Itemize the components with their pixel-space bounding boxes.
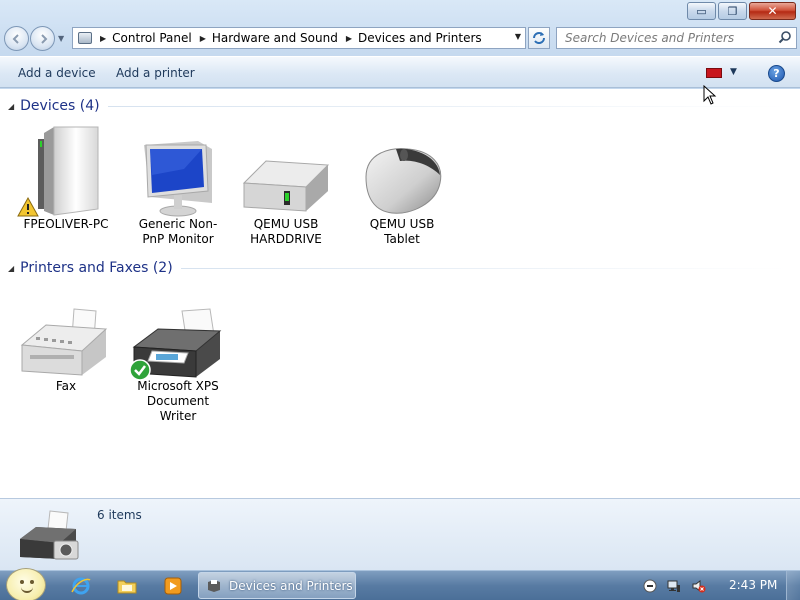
start-orb-eye bbox=[20, 580, 24, 584]
address-dropdown-icon[interactable]: ▼ bbox=[515, 32, 521, 41]
item-count: 6 items bbox=[97, 508, 142, 522]
device-label: QEMU USB HARDDRIVE bbox=[250, 217, 322, 246]
hard-drive-icon bbox=[242, 160, 330, 212]
minimize-button[interactable]: ▭ bbox=[687, 2, 716, 20]
close-icon: ✕ bbox=[767, 4, 778, 18]
device-label: Generic Non-PnP Monitor bbox=[138, 217, 218, 246]
media-player-icon[interactable] bbox=[162, 576, 184, 596]
command-bar: Add a device Add a printer ▼ ? bbox=[0, 56, 800, 88]
details-pane: 6 items bbox=[0, 498, 800, 570]
address-bar[interactable]: ▶ Control Panel ▶ Hardware and Sound ▶ D… bbox=[72, 27, 526, 49]
taskbar-window-label: Devices and Printers bbox=[229, 578, 353, 593]
show-desktop-button[interactable] bbox=[786, 571, 800, 600]
internet-explorer-icon[interactable] bbox=[70, 576, 92, 596]
collapse-arrow-icon[interactable]: ◢ bbox=[8, 102, 14, 111]
collapse-arrow-icon[interactable]: ◢ bbox=[8, 264, 14, 273]
volume-muted-icon[interactable] bbox=[692, 579, 706, 593]
control-panel-icon bbox=[78, 32, 92, 44]
forward-button[interactable] bbox=[30, 26, 55, 51]
breadcrumb-devices-and-printers[interactable]: Devices and Printers bbox=[358, 31, 482, 45]
breadcrumb-separator-icon[interactable]: ▶ bbox=[346, 34, 352, 43]
start-orb-eye bbox=[30, 580, 34, 584]
back-arrow-icon bbox=[12, 33, 19, 44]
start-button[interactable] bbox=[6, 568, 46, 600]
search-input[interactable] bbox=[556, 27, 797, 49]
breadcrumb-separator-icon[interactable]: ▶ bbox=[100, 34, 106, 43]
breadcrumb-separator-icon[interactable]: ▶ bbox=[200, 34, 206, 43]
refresh-button[interactable] bbox=[528, 27, 550, 49]
printer-item-xps-writer[interactable]: Microsoft XPS Document Writer bbox=[128, 289, 228, 424]
mouse-cursor-icon bbox=[703, 85, 717, 105]
window-controls: ▭ ❐ ✕ bbox=[687, 2, 796, 20]
printer-label: Fax bbox=[55, 379, 77, 393]
navigation-bar: ▼ ▶ Control Panel ▶ Hardware and Sound ▶… bbox=[0, 22, 800, 54]
fax-icon bbox=[20, 308, 108, 376]
group-divider bbox=[107, 105, 788, 107]
device-item-harddrive[interactable]: QEMU USB HARDDRIVE bbox=[236, 125, 336, 247]
warning-icon bbox=[17, 197, 39, 217]
change-view-icon[interactable] bbox=[706, 68, 722, 78]
refresh-icon bbox=[533, 32, 545, 44]
view-options-dropdown-icon[interactable]: ▼ bbox=[730, 67, 737, 77]
devices-group-title: Devices (4) bbox=[20, 98, 100, 114]
maximize-button[interactable]: ❐ bbox=[718, 2, 747, 20]
device-label: QEMU USB Tablet bbox=[369, 217, 435, 246]
network-icon[interactable] bbox=[667, 579, 681, 593]
taskbar: Devices and Printers 2:43 PM bbox=[0, 568, 800, 600]
minimize-icon: ▭ bbox=[696, 4, 707, 18]
device-item-tablet[interactable]: QEMU USB Tablet bbox=[352, 125, 452, 247]
close-button[interactable]: ✕ bbox=[749, 2, 796, 20]
group-divider bbox=[180, 267, 788, 269]
devices-group-header[interactable]: ◢ Devices (4) bbox=[8, 98, 788, 114]
printer-item-fax[interactable]: Fax bbox=[16, 289, 116, 394]
mouse-icon bbox=[365, 148, 442, 214]
restore-icon: ❐ bbox=[727, 4, 738, 18]
add-printer-button[interactable]: Add a printer bbox=[116, 66, 195, 80]
add-device-button[interactable]: Add a device bbox=[18, 66, 96, 80]
devices-content-pane: ◢ Devices (4) FPEOLIVER-PC Generic Non-P… bbox=[0, 89, 800, 498]
breadcrumb-hardware-and-sound[interactable]: Hardware and Sound bbox=[212, 31, 338, 45]
back-button[interactable] bbox=[4, 26, 29, 51]
printers-group-header[interactable]: ◢ Printers and Faxes (2) bbox=[8, 260, 788, 276]
device-item-monitor[interactable]: Generic Non-PnP Monitor bbox=[128, 125, 228, 247]
device-item-fpeoliver-pc[interactable]: FPEOLIVER-PC bbox=[16, 125, 116, 232]
forward-arrow-icon bbox=[40, 33, 47, 44]
default-printer-check-icon bbox=[129, 359, 151, 381]
device-label: FPEOLIVER-PC bbox=[23, 217, 109, 231]
devices-and-printers-icon bbox=[20, 510, 79, 560]
folder-icon[interactable] bbox=[116, 576, 138, 596]
start-orb-mouth bbox=[21, 587, 33, 593]
monitor-icon bbox=[144, 141, 212, 217]
clock[interactable]: 2:43 PM bbox=[729, 578, 777, 592]
explorer-window: ▭ ❐ ✕ ▼ ▶ Control Panel ▶ Hardware and S… bbox=[0, 0, 800, 570]
help-button[interactable]: ? bbox=[768, 65, 785, 82]
devices-and-printers-icon bbox=[208, 579, 220, 592]
taskbar-window-devices-and-printers[interactable]: Devices and Printers bbox=[198, 572, 356, 599]
printer-label: Microsoft XPS Document Writer bbox=[137, 379, 219, 423]
breadcrumb-control-panel[interactable]: Control Panel bbox=[112, 31, 192, 45]
action-center-icon[interactable] bbox=[643, 579, 657, 593]
recent-pages-dropdown[interactable]: ▼ bbox=[58, 34, 64, 43]
search-icon[interactable] bbox=[778, 30, 792, 44]
printers-group-title: Printers and Faxes (2) bbox=[20, 260, 173, 276]
